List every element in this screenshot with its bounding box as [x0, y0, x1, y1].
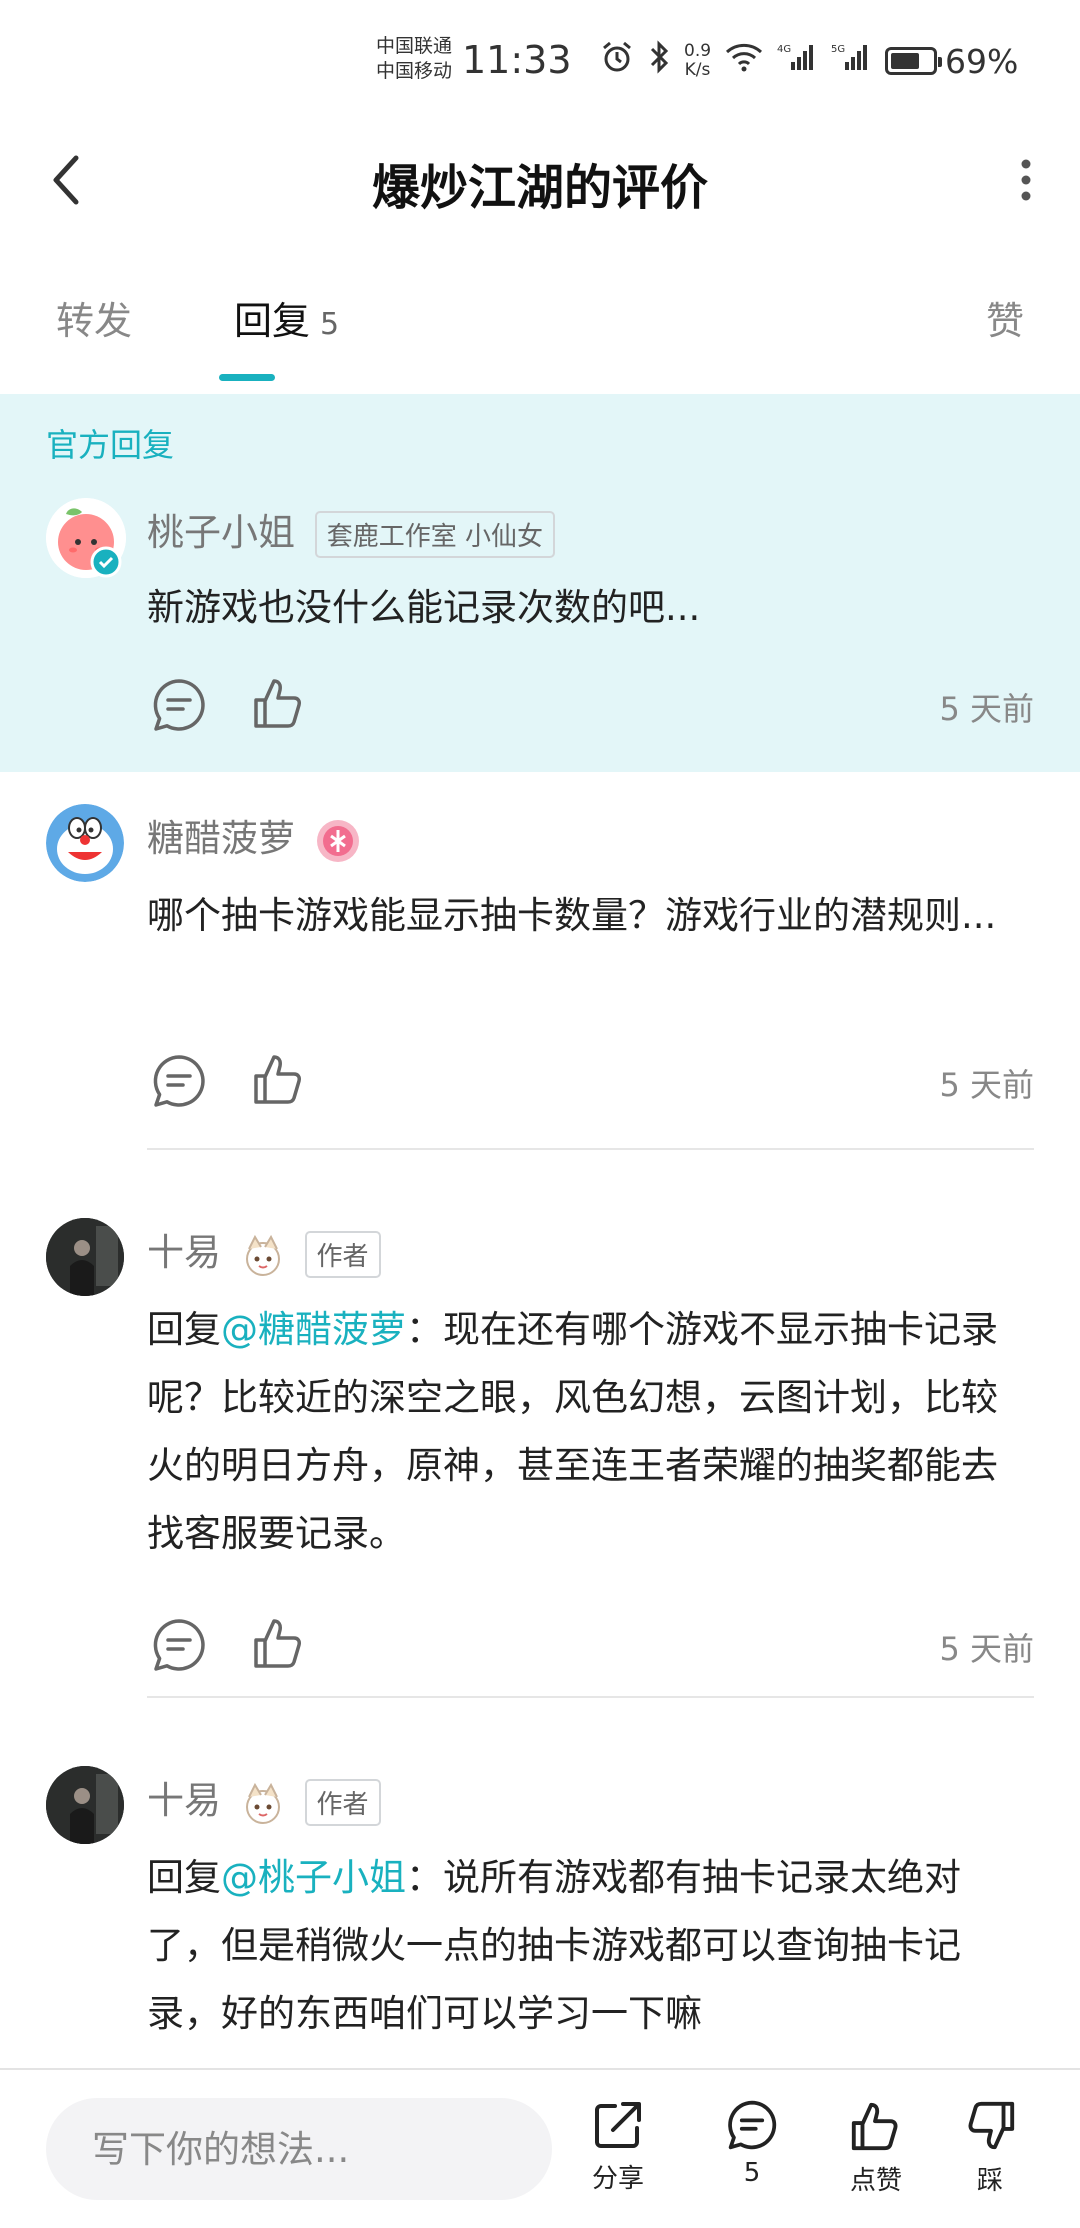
- comment-item: 十易 作者 回复@糖醋菠萝：现在还有哪个游戏不显示抽卡记录呢？比较近的深空之眼，…: [0, 1150, 1080, 1698]
- official-reply-section: 官方回复 桃子小姐 套鹿工作室 小仙女 新游戏也没什么能记录次数的吧... 5 …: [0, 394, 1080, 772]
- like-label: 点赞: [849, 2166, 902, 2196]
- top-app-bar: 爆炒江湖的评价: [0, 120, 1080, 240]
- share-button[interactable]: 分享: [568, 2098, 668, 2195]
- more-button[interactable]: [1006, 150, 1046, 210]
- comment-icon: [153, 1055, 205, 1107]
- status-bar: 中国联通 中国移动 11:33 0.9 K/s 4G 5G 69%: [0, 0, 1080, 120]
- like-button[interactable]: [250, 1050, 308, 1108]
- like-button[interactable]: [250, 674, 308, 732]
- signal-5g-icon: 5G: [831, 42, 871, 80]
- username-text: 十易: [147, 1779, 221, 1822]
- username-text: 十易: [147, 1231, 221, 1274]
- comment-icon: [153, 679, 205, 731]
- tab-reply-count: 5: [320, 307, 340, 342]
- tab-repost[interactable]: 转发: [56, 290, 132, 345]
- dislike-label: 踩: [976, 2166, 1003, 2196]
- comments-button[interactable]: 5: [702, 2098, 802, 2188]
- comment-item: 十易 作者 回复@桃子小姐：说所有游戏都有抽卡记录太绝对了，但是稍微火一点的抽卡…: [0, 1698, 1080, 2068]
- verified-badge-icon: [90, 546, 122, 578]
- tab-like[interactable]: 赞: [986, 290, 1024, 345]
- carrier-info: 中国联通 中国移动: [376, 34, 452, 84]
- username[interactable]: 十易 作者: [147, 1770, 381, 1827]
- comment-text: 回复@桃子小姐：说所有游戏都有抽卡记录太绝对了，但是稍微火一点的抽卡游戏都可以查…: [147, 1844, 1027, 2048]
- username[interactable]: 糖醋菠萝: [147, 808, 361, 864]
- tab-reply-label: 回复: [234, 299, 311, 343]
- battery-percent: 69%: [945, 41, 1019, 81]
- share-icon: [595, 2102, 641, 2148]
- reply-button[interactable]: [150, 1052, 208, 1110]
- share-label: 分享: [591, 2164, 644, 2194]
- avatar[interactable]: [46, 1218, 124, 1296]
- comment-time: 5 天前: [939, 1630, 1034, 1668]
- svg-text:5G: 5G: [831, 44, 845, 55]
- svg-text:4G: 4G: [777, 44, 791, 55]
- comment-icon: [153, 1619, 205, 1671]
- thumbs-up-icon: [851, 2102, 898, 2151]
- wifi-icon: [725, 42, 763, 80]
- character-badge-icon: [245, 1782, 280, 1824]
- person-photo-avatar-icon: [46, 1218, 124, 1296]
- comment-count: 5: [743, 2158, 761, 2188]
- status-time: 11:33: [462, 38, 572, 82]
- comment-item: 糖醋菠萝 哪个抽卡游戏能显示抽卡数量？游戏行业的潜规则... 5 天前: [0, 772, 1080, 1150]
- more-vertical-icon: [1021, 159, 1031, 201]
- reply-button[interactable]: [150, 1616, 208, 1674]
- thumbs-down-icon: [968, 2101, 1015, 2150]
- thumbs-up-icon: [254, 679, 301, 728]
- page-title: 爆炒江湖的评价: [371, 160, 708, 216]
- battery-icon: [885, 47, 943, 75]
- character-badge-icon: [245, 1234, 280, 1276]
- user-tag: 套鹿工作室 小仙女: [314, 511, 556, 558]
- person-photo-avatar-icon: [46, 1766, 124, 1844]
- battery: 69%: [885, 42, 1018, 81]
- username[interactable]: 十易 作者: [147, 1222, 381, 1279]
- comment-input[interactable]: [46, 2098, 552, 2200]
- mention-link[interactable]: @桃子小姐: [221, 1856, 406, 1899]
- reply-prefix: 回复: [147, 1308, 221, 1351]
- carrier-2: 中国移动: [376, 60, 453, 82]
- reply-prefix: 回复: [147, 1856, 221, 1899]
- carrier-1: 中国联通: [376, 35, 453, 57]
- dislike-button[interactable]: 踩: [940, 2098, 1040, 2197]
- tab-active-indicator: [219, 374, 275, 381]
- username-text: 糖醋菠萝: [147, 817, 295, 860]
- author-tag: 作者: [304, 1779, 381, 1826]
- like-post-button[interactable]: 点赞: [826, 2098, 926, 2197]
- thumbs-up-icon: [254, 1619, 301, 1668]
- avatar[interactable]: [46, 1766, 124, 1844]
- net-speed: 0.9 K/s: [684, 41, 712, 80]
- tab-reply[interactable]: 回复 5: [234, 290, 339, 345]
- comment-input-box[interactable]: [46, 2098, 552, 2200]
- mention-link[interactable]: @糖醋菠萝: [221, 1308, 406, 1351]
- thumbs-up-icon: [254, 1055, 301, 1104]
- author-tag: 作者: [304, 1231, 381, 1278]
- alarm-icon: [600, 40, 634, 82]
- doraemon-avatar-icon: [46, 804, 124, 882]
- comment-time: 5 天前: [939, 690, 1034, 728]
- bluetooth-icon: [648, 40, 670, 82]
- comment-text: 新游戏也没什么能记录次数的吧...: [147, 586, 701, 629]
- username-text: 桃子小姐: [147, 511, 295, 554]
- reply-button[interactable]: [150, 676, 208, 734]
- signal-4g-icon: 4G: [777, 42, 817, 80]
- avatar[interactable]: [46, 804, 124, 882]
- comment-text: 哪个抽卡游戏能显示抽卡数量？游戏行业的潜规则...: [147, 894, 997, 937]
- comment-text: 回复@糖醋菠萝：现在还有哪个游戏不显示抽卡记录呢？比较近的深空之眼，风色幻想，云…: [147, 1296, 1027, 1568]
- username[interactable]: 桃子小姐 套鹿工作室 小仙女: [147, 502, 556, 558]
- game-badge-icon: [316, 819, 359, 862]
- bottom-action-bar: 分享 5 点赞 踩: [0, 2068, 1080, 2228]
- status-icons: 0.9 K/s 4G 5G 69%: [600, 38, 1018, 84]
- official-reply-label: 官方回复: [46, 426, 175, 464]
- tab-bar: 转发 回复 5 赞: [0, 270, 1080, 381]
- comment-icon: [728, 2100, 777, 2150]
- like-button[interactable]: [250, 1614, 308, 1672]
- comment-time: 5 天前: [939, 1066, 1034, 1104]
